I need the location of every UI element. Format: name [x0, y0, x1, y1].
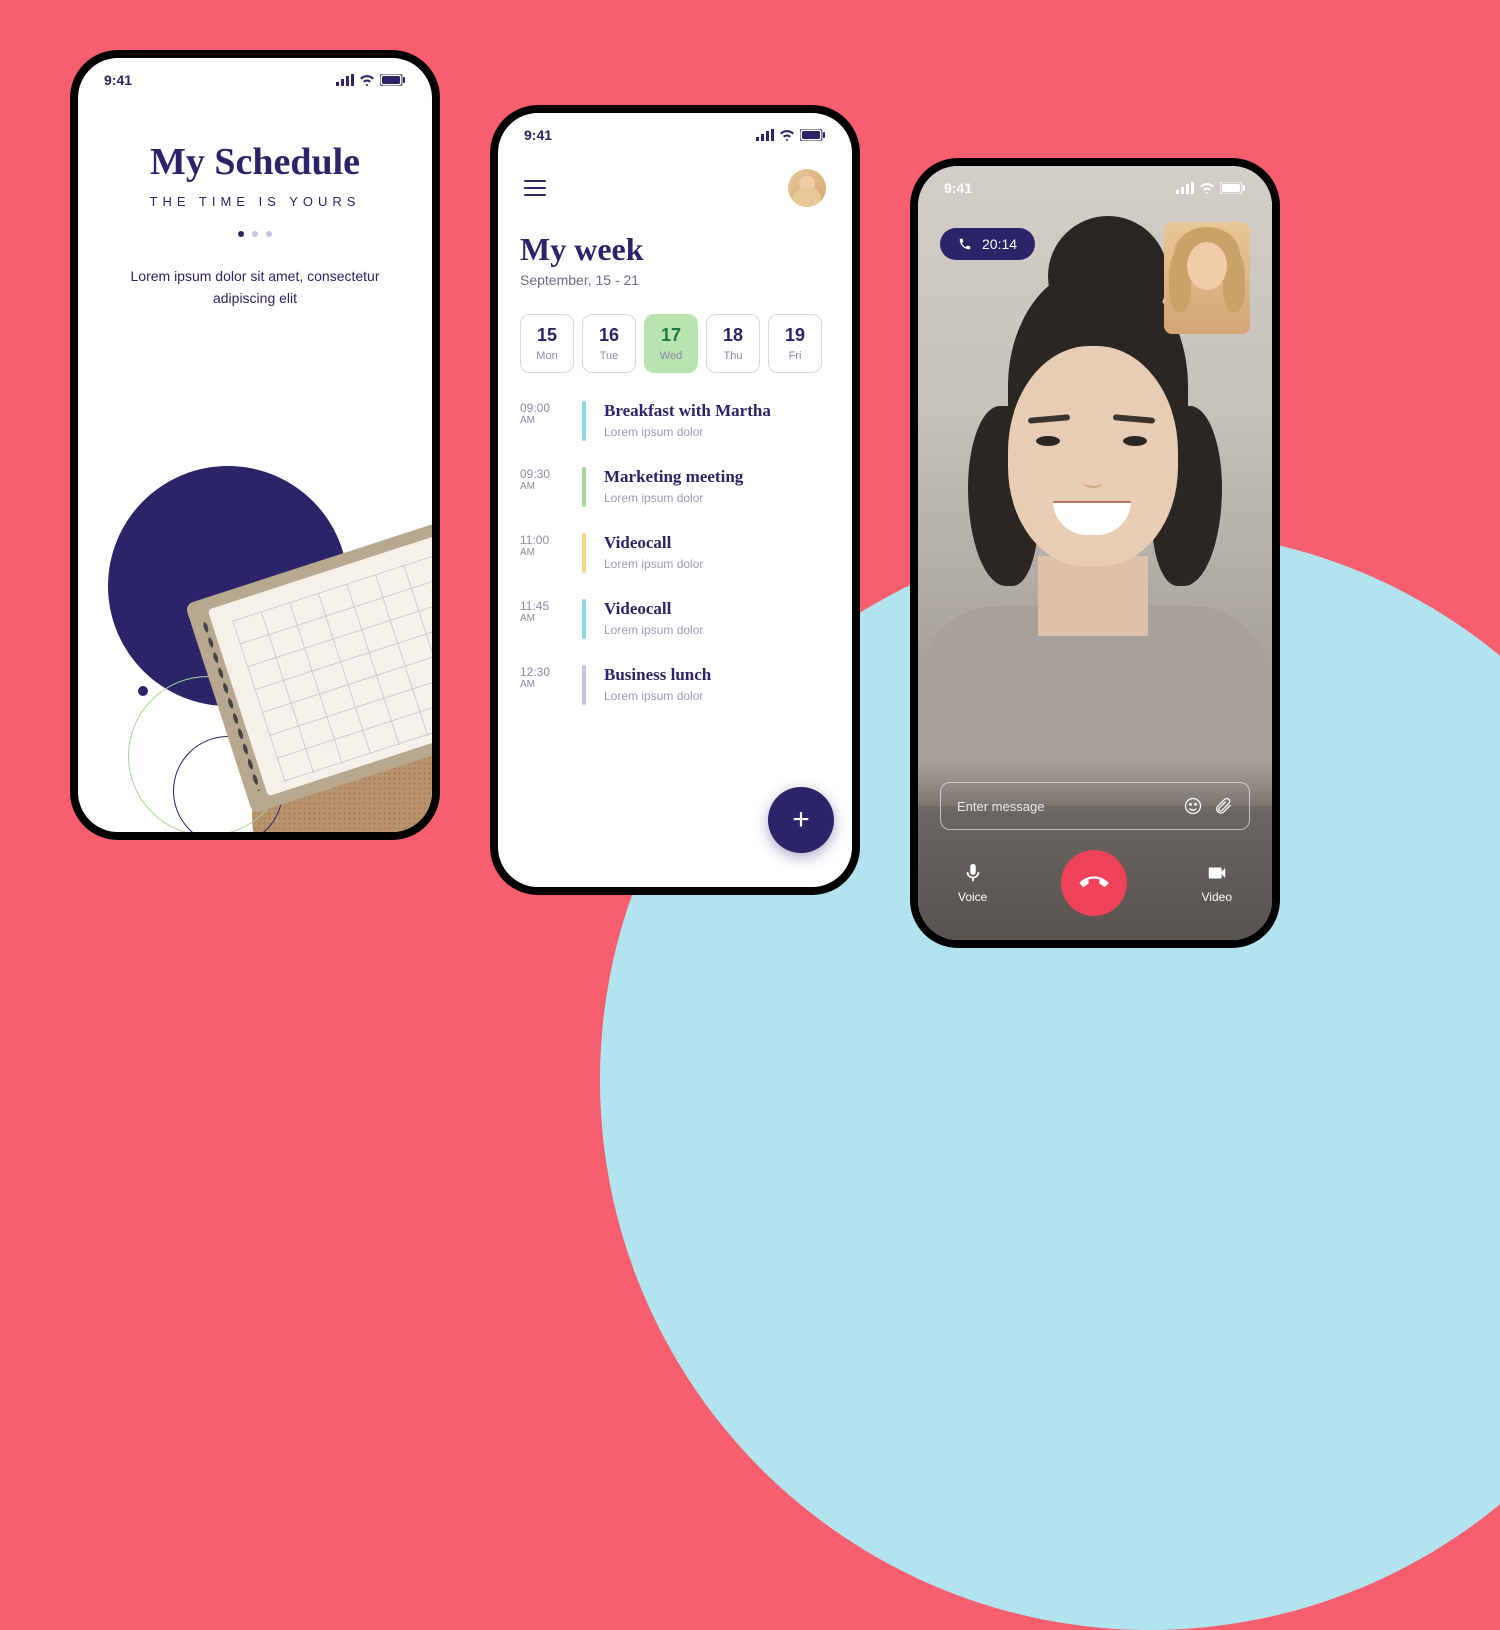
- event-row[interactable]: 12:30AM Business lunch Lorem ipsum dolor: [520, 665, 830, 705]
- status-bar: 9:41: [78, 58, 432, 102]
- menu-button[interactable]: [524, 180, 546, 196]
- signal-icon: [1176, 182, 1194, 194]
- phone-icon: [1075, 863, 1115, 903]
- event-desc: Lorem ipsum dolor: [604, 491, 830, 505]
- event-color-bar: [582, 401, 586, 441]
- event-row[interactable]: 09:30AM Marketing meeting Lorem ipsum dolo…: [520, 467, 830, 507]
- message-placeholder: Enter message: [957, 799, 1173, 814]
- event-desc: Lorem ipsum dolor: [604, 425, 830, 439]
- battery-icon: [380, 74, 406, 86]
- page-dot[interactable]: [266, 231, 272, 237]
- attachment-icon[interactable]: [1213, 796, 1233, 816]
- page-dots[interactable]: [108, 231, 402, 237]
- event-desc: Lorem ipsum dolor: [604, 689, 830, 703]
- emoji-icon[interactable]: [1183, 796, 1203, 816]
- event-row[interactable]: 11:45AM Videocall Lorem ipsum dolor: [520, 599, 830, 639]
- page-dot[interactable]: [238, 231, 244, 237]
- onboarding-subtitle: THE TIME IS YOURS: [108, 194, 402, 209]
- event-color-bar: [582, 665, 586, 705]
- event-color-bar: [582, 599, 586, 639]
- day-name: Thu: [711, 350, 755, 362]
- onboarding-title: My Schedule: [108, 140, 402, 184]
- status-bar: 9:41: [498, 113, 852, 157]
- plus-icon: +: [792, 805, 810, 835]
- status-icons: [336, 74, 406, 86]
- week-title: My week: [520, 231, 830, 268]
- event-title: Videocall: [604, 533, 830, 553]
- event-desc: Lorem ipsum dolor: [604, 623, 830, 637]
- status-icons: [756, 129, 826, 141]
- day-number: 19: [773, 325, 817, 346]
- day-number: 16: [587, 325, 631, 346]
- event-title: Breakfast with Martha: [604, 401, 830, 421]
- wifi-icon: [779, 129, 795, 141]
- avatar[interactable]: [788, 169, 826, 207]
- day-number: 18: [711, 325, 755, 346]
- event-list: 09:00AM Breakfast with Martha Lorem ipsum …: [520, 401, 830, 705]
- day-name: Wed: [649, 350, 693, 362]
- add-button[interactable]: +: [768, 787, 834, 853]
- battery-icon: [1220, 182, 1246, 194]
- onboarding-body: Lorem ipsum dolor sit amet, consectetur …: [108, 265, 402, 310]
- event-title: Business lunch: [604, 665, 830, 685]
- event-desc: Lorem ipsum dolor: [604, 557, 830, 571]
- video-button[interactable]: Video: [1202, 862, 1232, 904]
- event-time: 12:30AM: [520, 665, 564, 690]
- video-label: Video: [1202, 890, 1232, 904]
- event-time: 09:30AM: [520, 467, 564, 492]
- signal-icon: [336, 74, 354, 86]
- week-range: September, 15 - 21: [520, 272, 830, 288]
- wifi-icon: [1199, 182, 1215, 194]
- voice-label: Voice: [958, 890, 987, 904]
- day-card[interactable]: 15 Mon: [520, 314, 574, 373]
- phone-onboarding: 9:41 My Schedule THE TIME IS YOURS Lorem…: [70, 50, 440, 840]
- voice-button[interactable]: Voice: [958, 862, 987, 904]
- self-video-pip[interactable]: [1164, 222, 1250, 334]
- message-input[interactable]: Enter message: [940, 782, 1250, 830]
- call-duration: 20:14: [982, 236, 1017, 252]
- video-icon: [1206, 862, 1228, 884]
- day-strip[interactable]: 15Mon16Tue17Wed18Thu19Fri2Sa: [520, 314, 830, 373]
- day-number: 15: [525, 325, 569, 346]
- status-time: 9:41: [104, 72, 132, 88]
- event-title: Videocall: [604, 599, 830, 619]
- day-card[interactable]: 16 Tue: [582, 314, 636, 373]
- event-row[interactable]: 09:00AM Breakfast with Martha Lorem ipsum …: [520, 401, 830, 441]
- mic-icon: [962, 862, 984, 884]
- event-row[interactable]: 11:00AM Videocall Lorem ipsum dolor: [520, 533, 830, 573]
- event-color-bar: [582, 467, 586, 507]
- page-dot[interactable]: [252, 231, 258, 237]
- event-title: Marketing meeting: [604, 467, 830, 487]
- day-card[interactable]: 18 Thu: [706, 314, 760, 373]
- status-icons: [1176, 182, 1246, 194]
- event-time: 11:45AM: [520, 599, 564, 624]
- day-name: Mon: [525, 350, 569, 362]
- status-bar: 9:41: [918, 166, 1272, 210]
- phone-week: 9:41 My week September, 15 - 21 15 Mon 16 T…: [490, 105, 860, 895]
- day-name: Fri: [773, 350, 817, 362]
- phone-icon: [958, 237, 972, 251]
- status-time: 9:41: [524, 127, 552, 143]
- call-duration-pill[interactable]: 20:14: [940, 228, 1035, 260]
- day-card[interactable]: 17 Wed: [644, 314, 698, 373]
- wifi-icon: [359, 74, 375, 86]
- phone-videocall: 9:41 20:14 Enter message: [910, 158, 1280, 948]
- day-number: 17: [649, 325, 693, 346]
- day-card[interactable]: 19 Fri: [768, 314, 822, 373]
- day-name: Tue: [587, 350, 631, 362]
- event-color-bar: [582, 533, 586, 573]
- status-time: 9:41: [944, 180, 972, 196]
- signal-icon: [756, 129, 774, 141]
- battery-icon: [800, 129, 826, 141]
- onboarding-illustration: [78, 436, 432, 840]
- event-time: 11:00AM: [520, 533, 564, 558]
- hangup-button[interactable]: [1061, 850, 1127, 916]
- event-time: 09:00AM: [520, 401, 564, 426]
